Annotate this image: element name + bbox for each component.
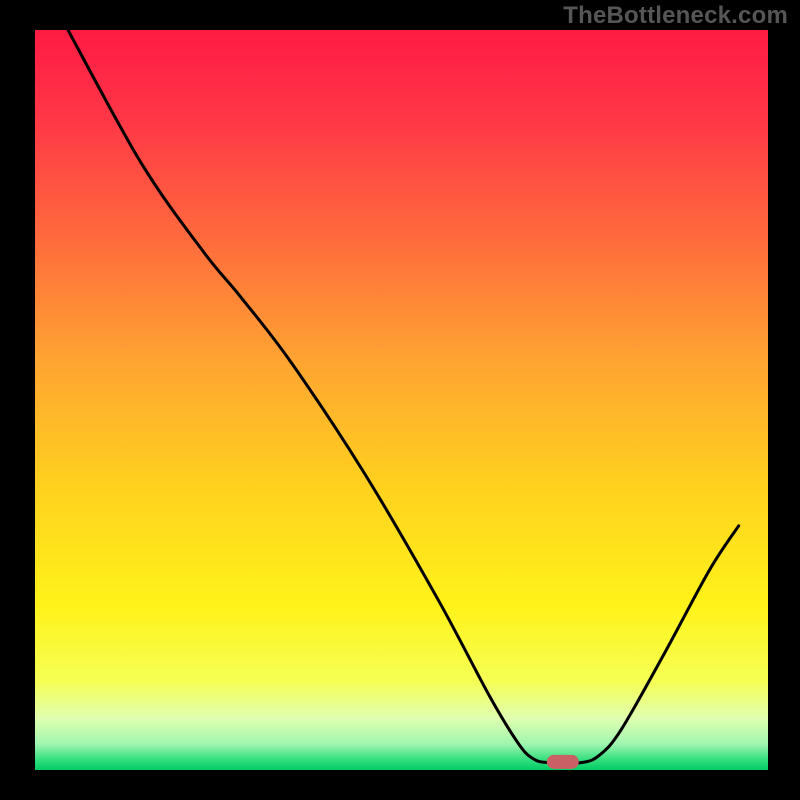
bottleneck-chart xyxy=(0,0,800,800)
optimal-marker xyxy=(547,755,579,769)
chart-frame: TheBottleneck.com xyxy=(0,0,800,800)
gradient-background xyxy=(35,30,768,770)
